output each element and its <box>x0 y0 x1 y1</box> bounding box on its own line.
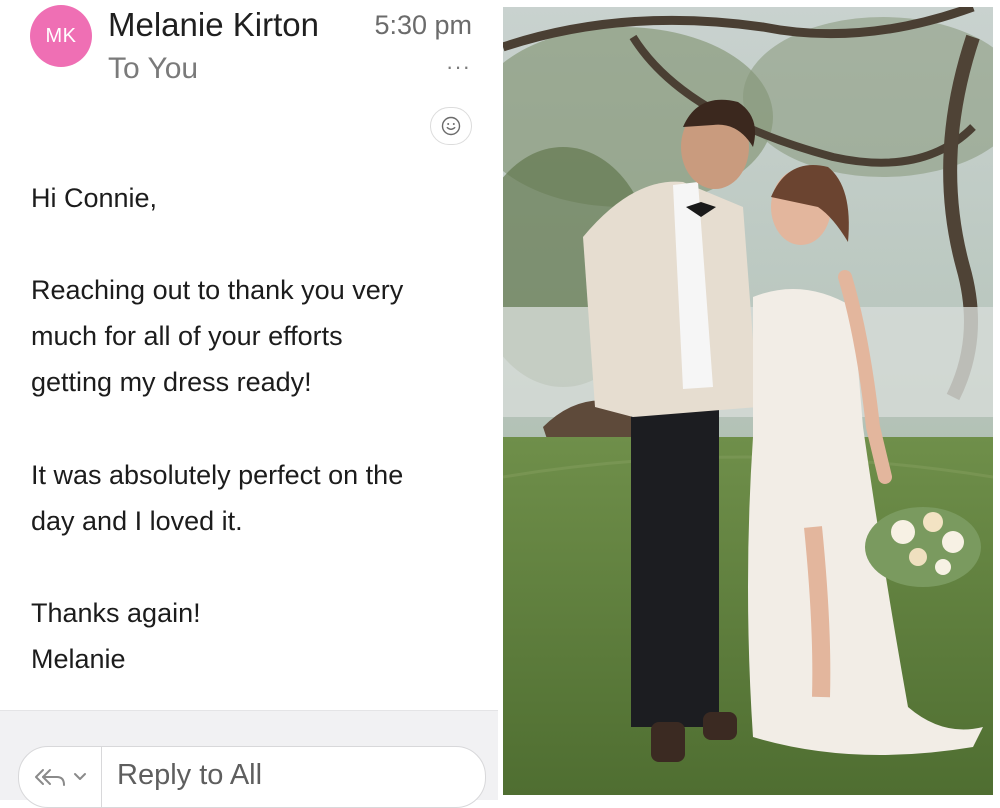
greeting: Hi Connie, <box>31 183 158 213</box>
chevron-down-icon <box>74 773 86 780</box>
body-line: Reaching out to thank you very <box>31 275 404 305</box>
body-line: day and I loved it. <box>31 506 243 536</box>
sender-name[interactable]: Melanie Kirton <box>108 6 319 44</box>
signature: Melanie <box>31 644 126 674</box>
smiley-icon <box>441 116 461 136</box>
avatar-initials: MK <box>45 24 77 47</box>
more-options-icon[interactable]: ··· <box>446 54 471 80</box>
recipient-line[interactable]: To You <box>108 52 198 86</box>
reply-all-label: Reply to All <box>117 759 263 791</box>
reply-all-icon <box>35 769 65 786</box>
reply-options[interactable] <box>19 747 102 807</box>
reply-bar: Reply to All <box>0 724 498 808</box>
avatar[interactable]: MK <box>30 5 92 67</box>
reply-all-button[interactable]: Reply to All <box>18 746 486 808</box>
add-reaction-button[interactable] <box>430 107 472 145</box>
body-line: getting my dress ready! <box>31 367 312 397</box>
body-line: much for all of your efforts <box>31 321 343 351</box>
email-pane: MK Melanie Kirton 5:30 pm To You ··· Hi … <box>0 0 500 808</box>
timestamp: 5:30 pm <box>374 10 472 40</box>
wedding-photo <box>503 7 993 795</box>
body-line: It was absolutely perfect on the <box>31 460 404 490</box>
closing: Thanks again! <box>31 598 201 628</box>
